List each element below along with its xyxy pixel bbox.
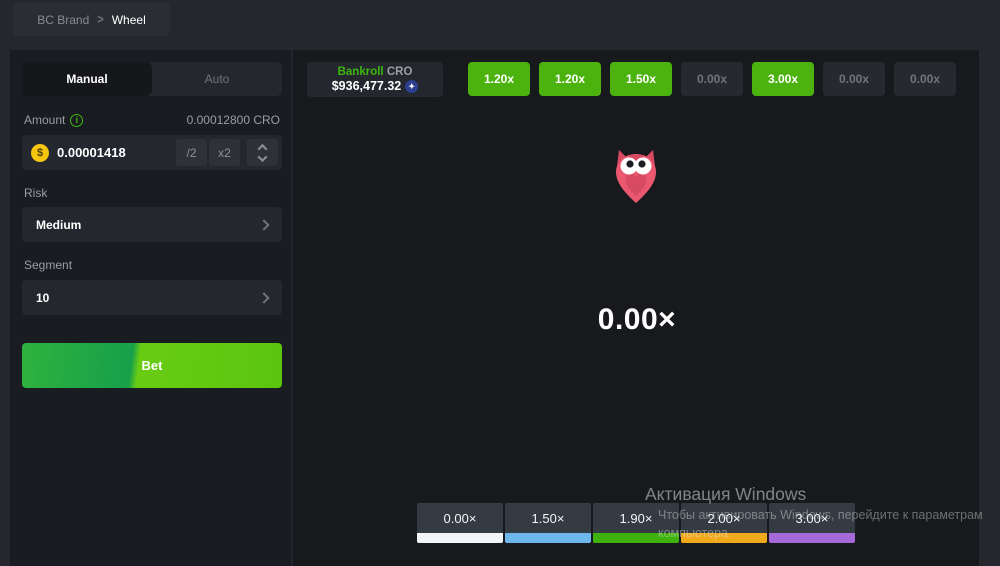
bet-button[interactable]: Bet bbox=[22, 343, 282, 388]
bankroll-title: Bankroll CRO bbox=[338, 65, 413, 79]
coin-icon: $ bbox=[31, 144, 49, 162]
history-result-button[interactable]: 1.20x bbox=[539, 62, 601, 96]
amount-input-group: $ 0.00001418 /2 x2 bbox=[22, 135, 282, 170]
legend-color-bar bbox=[769, 533, 855, 543]
amount-stepper[interactable] bbox=[247, 139, 278, 166]
history-result-button[interactable]: 0.00x bbox=[681, 62, 743, 96]
history-result-button[interactable]: 0.00x bbox=[894, 62, 956, 96]
current-multiplier: 0.00× bbox=[295, 303, 979, 337]
history-result-button[interactable]: 1.20x bbox=[468, 62, 530, 96]
risk-value: Medium bbox=[36, 218, 81, 232]
history-result-button[interactable]: 0.00x bbox=[823, 62, 885, 96]
legend-color-bar bbox=[593, 533, 679, 543]
legend-cell[interactable]: 3.00× bbox=[769, 503, 855, 543]
info-icon[interactable]: i bbox=[70, 114, 83, 127]
tab-auto[interactable]: Auto bbox=[152, 62, 282, 96]
chevron-right-icon bbox=[258, 219, 269, 230]
segment-dropdown[interactable]: 10 bbox=[22, 280, 282, 315]
bet-sidebar: Manual Auto Amount i 0.00012800 CRO $ 0.… bbox=[10, 50, 293, 566]
breadcrumb-current: Wheel bbox=[112, 13, 146, 27]
legend-cell[interactable]: 2.00× bbox=[681, 503, 767, 543]
wallet-balance: 0.00012800 CRO bbox=[187, 113, 280, 127]
cro-coin-icon: ✦ bbox=[405, 80, 418, 93]
chevron-down-icon[interactable] bbox=[258, 152, 268, 162]
chevron-right-icon bbox=[258, 292, 269, 303]
breadcrumb-separator-icon: > bbox=[97, 12, 103, 26]
owl-mascot-icon bbox=[613, 150, 659, 204]
history-result-button[interactable]: 3.00x bbox=[752, 62, 814, 96]
half-amount-button[interactable]: /2 bbox=[176, 139, 207, 166]
bankroll-widget[interactable]: Bankroll CRO $936,477.32 ✦ bbox=[307, 62, 443, 97]
multiplier-legend: 0.00× 1.50× 1.90× 2.00× 3.00× bbox=[417, 503, 855, 543]
double-amount-button[interactable]: x2 bbox=[209, 139, 240, 166]
amount-input[interactable]: 0.00001418 bbox=[57, 145, 174, 160]
segment-value: 10 bbox=[36, 291, 49, 305]
segment-label: Segment bbox=[24, 258, 72, 272]
tab-manual[interactable]: Manual bbox=[22, 62, 152, 96]
legend-color-bar bbox=[681, 533, 767, 543]
history-result-button[interactable]: 1.50x bbox=[610, 62, 672, 96]
bankroll-amount: $936,477.32 ✦ bbox=[332, 79, 419, 95]
breadcrumb-brand[interactable]: BC Brand bbox=[37, 13, 89, 27]
legend-cell[interactable]: 1.50× bbox=[505, 503, 591, 543]
breadcrumb: BC Brand > Wheel bbox=[13, 3, 170, 36]
amount-label: Amount i bbox=[24, 113, 83, 127]
risk-label: Risk bbox=[24, 186, 47, 200]
risk-dropdown[interactable]: Medium bbox=[22, 207, 282, 242]
legend-color-bar bbox=[505, 533, 591, 543]
legend-cell[interactable]: 1.90× bbox=[593, 503, 679, 543]
result-history: 1.20x 1.20x 1.50x 0.00x 3.00x 0.00x 0.00… bbox=[468, 62, 956, 96]
legend-cell[interactable]: 0.00× bbox=[417, 503, 503, 543]
legend-color-bar bbox=[417, 533, 503, 543]
main-panel: Manual Auto Amount i 0.00012800 CRO $ 0.… bbox=[10, 50, 979, 566]
mode-tabs: Manual Auto bbox=[22, 62, 282, 96]
